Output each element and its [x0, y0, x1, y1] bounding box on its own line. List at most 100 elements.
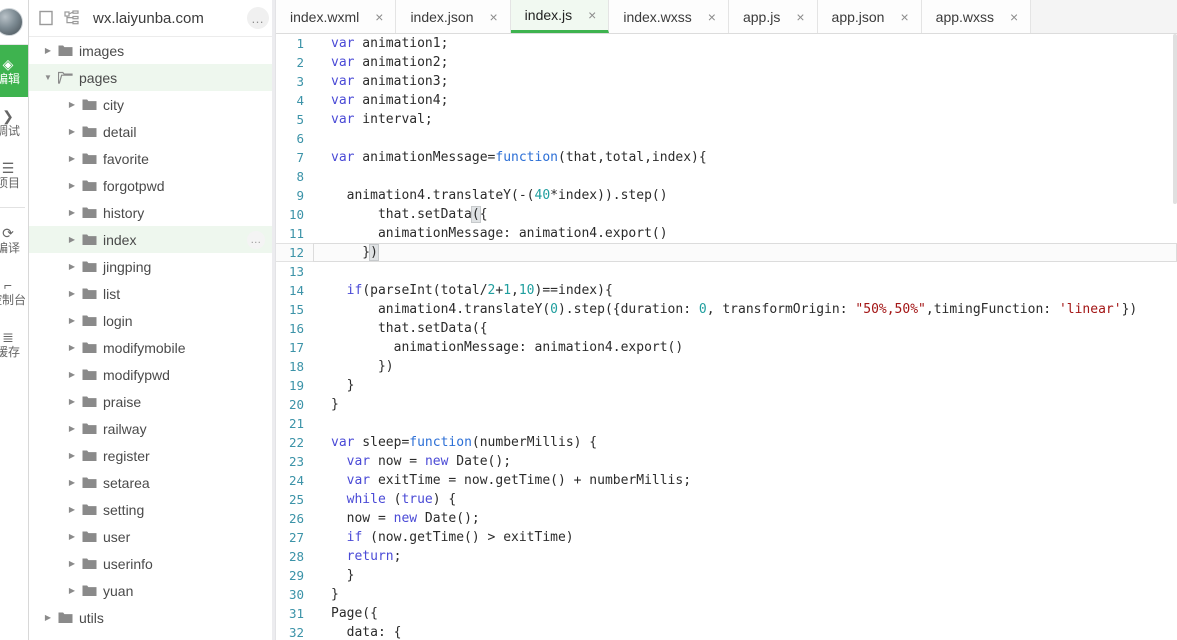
tool-strip-item-console[interactable]: ⌐控制台: [0, 266, 28, 318]
code-line[interactable]: 6: [276, 129, 1177, 148]
code-line[interactable]: 20}: [276, 395, 1177, 414]
code-line[interactable]: 14 if(parseInt(total/2+1,10)==index){: [276, 281, 1177, 300]
code-line[interactable]: 26 now = new Date();: [276, 509, 1177, 528]
tab-close-icon[interactable]: ×: [796, 10, 804, 24]
chevron-right-icon[interactable]: ▶: [65, 397, 79, 406]
code-line[interactable]: 19 }: [276, 376, 1177, 395]
code-line[interactable]: 30}: [276, 585, 1177, 604]
chevron-right-icon[interactable]: ▶: [65, 451, 79, 460]
chevron-right-icon[interactable]: ▶: [65, 262, 79, 271]
tree-item-login[interactable]: ▶ login: [29, 307, 275, 334]
tree-item-userinfo[interactable]: ▶ userinfo: [29, 550, 275, 577]
tree-item-modifypwd[interactable]: ▶ modifypwd: [29, 361, 275, 388]
code-line[interactable]: 1 var animation1;: [276, 34, 1177, 53]
more-options-icon[interactable]: …: [247, 7, 269, 29]
tree-item-setting[interactable]: ▶ setting: [29, 496, 275, 523]
code-line[interactable]: 29 }: [276, 566, 1177, 585]
chevron-right-icon[interactable]: ▶: [65, 100, 79, 109]
code-line[interactable]: 9 animation4.translateY(-(40*index)).ste…: [276, 186, 1177, 205]
tree-item-user[interactable]: ▶ user: [29, 523, 275, 550]
tab-index-json[interactable]: index.json ×: [396, 0, 511, 33]
chevron-right-icon[interactable]: ▶: [41, 613, 55, 622]
avatar-container[interactable]: [0, 0, 28, 45]
tree-item-modifymobile[interactable]: ▶ modifymobile: [29, 334, 275, 361]
chevron-right-icon[interactable]: ▶: [65, 505, 79, 514]
chevron-right-icon[interactable]: ▶: [65, 208, 79, 217]
tab-close-icon[interactable]: ×: [588, 8, 596, 22]
panel-toggle-icon[interactable]: [33, 5, 59, 31]
code-line[interactable]: 17 animationMessage: animation4.export(): [276, 338, 1177, 357]
tool-strip-item-debug[interactable]: ❯调试: [0, 97, 28, 149]
tree-item-images[interactable]: ▶ images: [29, 37, 275, 64]
code-line[interactable]: 11 animationMessage: animation4.export(): [276, 224, 1177, 243]
code-line[interactable]: 28 return;: [276, 547, 1177, 566]
code-line[interactable]: 13: [276, 262, 1177, 281]
code-line[interactable]: 25 while (true) {: [276, 490, 1177, 509]
tree-item-praise[interactable]: ▶ praise: [29, 388, 275, 415]
code-line[interactable]: 22 var sleep=function(numberMillis) {: [276, 433, 1177, 452]
code-line[interactable]: 16 that.setData({: [276, 319, 1177, 338]
tree-item-favorite[interactable]: ▶ favorite: [29, 145, 275, 172]
tree-item-city[interactable]: ▶ city: [29, 91, 275, 118]
chevron-right-icon[interactable]: ▶: [65, 343, 79, 352]
tool-strip-item-cache[interactable]: ≣缓存: [0, 318, 28, 370]
tree-item-railway[interactable]: ▶ railway: [29, 415, 275, 442]
tree-item-index[interactable]: ▶ index…: [29, 226, 275, 253]
tree-item-detail[interactable]: ▶ detail: [29, 118, 275, 145]
tab-app-wxss[interactable]: app.wxss ×: [921, 0, 1032, 33]
tool-strip-item-edit[interactable]: ◈编辑: [0, 45, 28, 97]
code-viewport[interactable]: 1 var animation1; 2 var animation2; 3 var ani…: [276, 34, 1177, 640]
tab-close-icon[interactable]: ×: [708, 10, 716, 24]
tab-index-js[interactable]: index.js ×: [510, 0, 610, 33]
code-line[interactable]: 18 }): [276, 357, 1177, 376]
code-line[interactable]: 27 if (now.getTime() > exitTime): [276, 528, 1177, 547]
code-line[interactable]: 4 var animation4;: [276, 91, 1177, 110]
tree-structure-icon[interactable]: [59, 5, 85, 31]
tab-app-js[interactable]: app.js ×: [728, 0, 818, 33]
chevron-right-icon[interactable]: ▶: [65, 235, 79, 244]
tool-strip-item-project[interactable]: ☰项目: [0, 149, 28, 201]
chevron-right-icon[interactable]: ▶: [65, 586, 79, 595]
chevron-right-icon[interactable]: ▶: [65, 154, 79, 163]
code-line[interactable]: 24 var exitTime = now.getTime() + number…: [276, 471, 1177, 490]
code-line[interactable]: 15 animation4.translateY(0).step({durati…: [276, 300, 1177, 319]
code-line[interactable]: 10 that.setData({: [276, 205, 1177, 224]
tree-item-setarea[interactable]: ▶ setarea: [29, 469, 275, 496]
tool-strip-item-compile[interactable]: ⟳编译: [0, 214, 28, 266]
code-line[interactable]: 5 var interval;: [276, 110, 1177, 129]
tree-item-forgotpwd[interactable]: ▶ forgotpwd: [29, 172, 275, 199]
code-line[interactable]: 8: [276, 167, 1177, 186]
code-line[interactable]: 23 var now = new Date();: [276, 452, 1177, 471]
code-line[interactable]: 31 Page({: [276, 604, 1177, 623]
chevron-right-icon[interactable]: ▶: [65, 424, 79, 433]
tree-item-more-icon[interactable]: …: [247, 230, 265, 249]
chevron-right-icon[interactable]: ▶: [65, 289, 79, 298]
sidebar-resize-handle[interactable]: [272, 0, 275, 640]
code-line[interactable]: 12 }): [276, 243, 1177, 262]
chevron-right-icon[interactable]: ▶: [65, 559, 79, 568]
chevron-right-icon[interactable]: ▶: [65, 181, 79, 190]
tab-app-json[interactable]: app.json ×: [817, 0, 922, 33]
code-lines[interactable]: 1 var animation1; 2 var animation2; 3 var ani…: [276, 34, 1177, 640]
code-line[interactable]: 21: [276, 414, 1177, 433]
chevron-right-icon[interactable]: ▶: [65, 370, 79, 379]
tree-item-utils[interactable]: ▶ utils: [29, 604, 275, 631]
chevron-right-icon[interactable]: ▶: [41, 46, 55, 55]
tree-item-pages[interactable]: ▼ pages: [29, 64, 275, 91]
tab-close-icon[interactable]: ×: [375, 10, 383, 24]
tab-close-icon[interactable]: ×: [1010, 10, 1018, 24]
code-line[interactable]: 2 var animation2;: [276, 53, 1177, 72]
tab-index-wxss[interactable]: index.wxss ×: [609, 0, 729, 33]
code-line[interactable]: 7 var animationMessage=function(that,tota…: [276, 148, 1177, 167]
tree-item-register[interactable]: ▶ register: [29, 442, 275, 469]
tab-index-wxml[interactable]: index.wxml ×: [276, 0, 397, 33]
tab-close-icon[interactable]: ×: [900, 10, 908, 24]
code-line[interactable]: 32 data: {: [276, 623, 1177, 640]
chevron-right-icon[interactable]: ▶: [65, 478, 79, 487]
chevron-right-icon[interactable]: ▶: [65, 127, 79, 136]
tree-item-yuan[interactable]: ▶ yuan: [29, 577, 275, 604]
tree-item-history[interactable]: ▶ history: [29, 199, 275, 226]
tree-item-list[interactable]: ▶ list: [29, 280, 275, 307]
chevron-down-icon[interactable]: ▼: [41, 73, 55, 82]
chevron-right-icon[interactable]: ▶: [65, 532, 79, 541]
